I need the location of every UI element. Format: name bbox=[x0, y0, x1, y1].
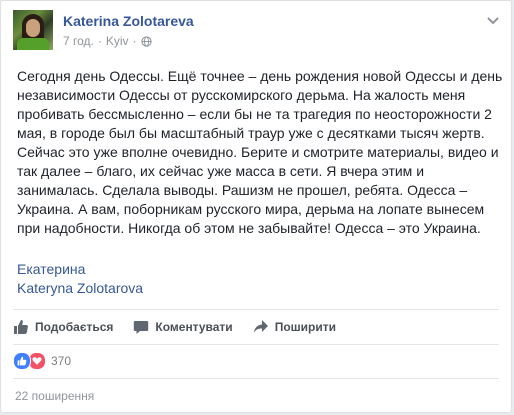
author-name[interactable]: Katerina Zolotareva bbox=[63, 13, 194, 29]
divider bbox=[13, 344, 499, 345]
like-reaction-icon bbox=[13, 352, 31, 370]
post-meta: 7 год. · Kyiv · bbox=[63, 34, 152, 48]
like-label: Подобається bbox=[35, 320, 114, 334]
signature-link-cyrillic[interactable]: Екатерина bbox=[17, 260, 143, 279]
post-time[interactable]: 7 год. bbox=[63, 34, 94, 48]
comment-icon bbox=[134, 321, 149, 334]
post-header: Katerina Zolotareva 7 год. · Kyiv · bbox=[13, 10, 501, 54]
globe-icon[interactable] bbox=[140, 35, 152, 47]
post-actions: Подобається Коментувати Поширити bbox=[13, 314, 356, 340]
meta-separator: · bbox=[97, 34, 102, 48]
post-body-text: Сегодня день Одессы. Ещё точнее – день р… bbox=[17, 68, 503, 236]
post-signature: Екатерина Kateryna Zolotarova bbox=[17, 260, 143, 298]
share-icon bbox=[253, 320, 268, 333]
share-button[interactable]: Поширити bbox=[253, 319, 336, 335]
like-button[interactable]: Подобається bbox=[13, 319, 113, 335]
divider bbox=[13, 309, 499, 310]
reactions-summary[interactable]: 370 bbox=[13, 351, 71, 371]
post-location[interactable]: Kyiv bbox=[106, 34, 129, 48]
meta-separator-2: · bbox=[132, 34, 137, 48]
comment-label: Коментувати bbox=[155, 320, 233, 334]
reaction-count[interactable]: 370 bbox=[51, 354, 71, 368]
comment-button[interactable]: Коментувати bbox=[133, 319, 233, 335]
thumbs-up-icon bbox=[14, 320, 28, 334]
chevron-down-icon[interactable] bbox=[487, 16, 499, 26]
signature-link-latin[interactable]: Kateryna Zolotarova bbox=[17, 279, 143, 298]
divider bbox=[13, 378, 499, 379]
avatar[interactable] bbox=[13, 10, 53, 50]
share-label: Поширити bbox=[274, 320, 336, 334]
shares-count[interactable]: 22 поширення bbox=[15, 389, 94, 403]
post-card: Katerina Zolotareva 7 год. · Kyiv · Сего… bbox=[0, 0, 512, 413]
